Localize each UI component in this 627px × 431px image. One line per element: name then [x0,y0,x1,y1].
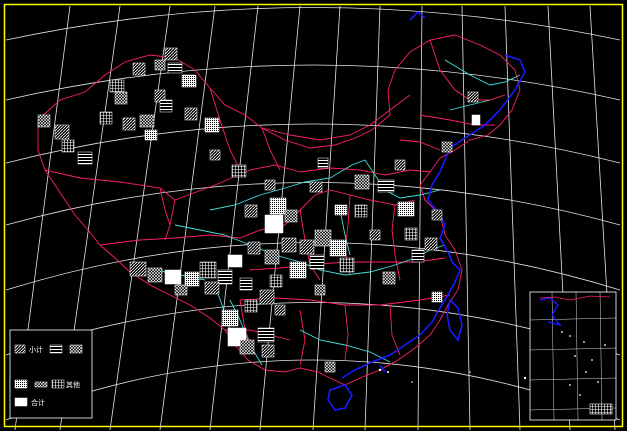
coastal-islands [378,368,527,383]
legend-swatch-1 [14,344,26,354]
inset-scale-box [589,403,613,415]
legend-swatch-7 [14,397,28,407]
inset-frame [529,291,617,421]
legend-swatch-3 [69,344,83,354]
legend-swatch-2 [49,344,63,354]
legend-label-1: 小计 [29,345,43,354]
legend-swatch-6 [51,379,65,389]
legend: 小计 其他 合计 [9,329,93,419]
hainan-island [327,384,353,411]
survey-cells [37,47,481,373]
south-china-sea-inset [529,291,617,421]
china-map-canvas: 小计 其他 合计 [3,3,624,431]
legend-swatch-5 [34,381,48,388]
legend-label-7: 合计 [31,398,45,407]
legend-swatch-4 [14,379,28,389]
legend-label-6: 其他 [66,380,80,389]
taiwan-island [446,298,463,342]
graticule [5,5,621,431]
